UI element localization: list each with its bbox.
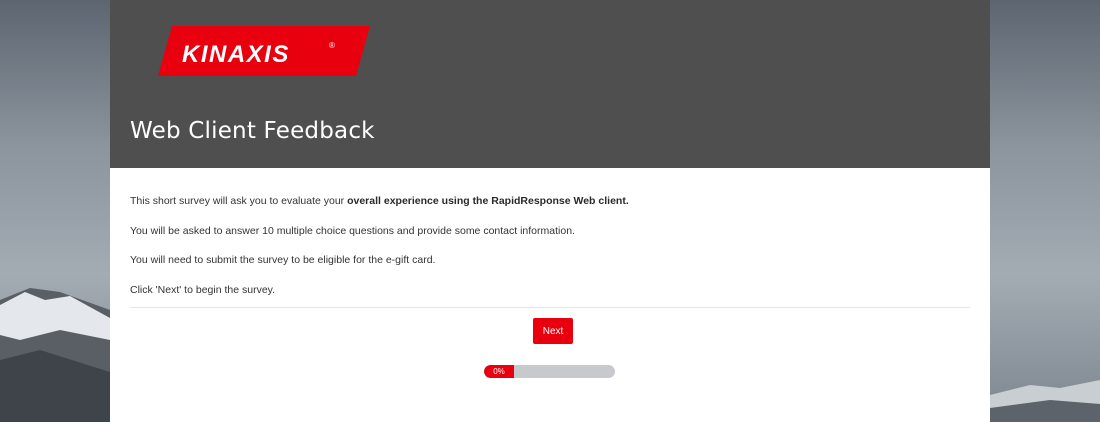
svg-text:KINAXIS: KINAXIS (182, 41, 290, 68)
intro-line-1: This short survey will ask you to evalua… (130, 194, 629, 208)
progress-bar: 0% (484, 365, 615, 378)
survey-card: KINAXIS ® Web Client Feedback This short… (110, 0, 990, 422)
progress-label: 0% (493, 367, 505, 376)
svg-text:®: ® (329, 41, 335, 50)
survey-header: KINAXIS ® Web Client Feedback (110, 0, 990, 168)
intro-line-3: You will need to submit the survey to be… (130, 254, 436, 266)
intro-line-1-emphasis: overall experience using the RapidRespon… (347, 195, 629, 207)
intro-line-4: Click 'Next' to begin the survey. (130, 284, 276, 296)
intro-line-1-text: This short survey will ask you to evalua… (130, 195, 348, 207)
next-button[interactable]: Next (533, 318, 573, 344)
page-title: Web Client Feedback (130, 118, 375, 144)
intro-line-2: You will be asked to answer 10 multiple … (130, 225, 575, 237)
kinaxis-logo: KINAXIS ® (158, 26, 370, 76)
divider (130, 307, 970, 308)
